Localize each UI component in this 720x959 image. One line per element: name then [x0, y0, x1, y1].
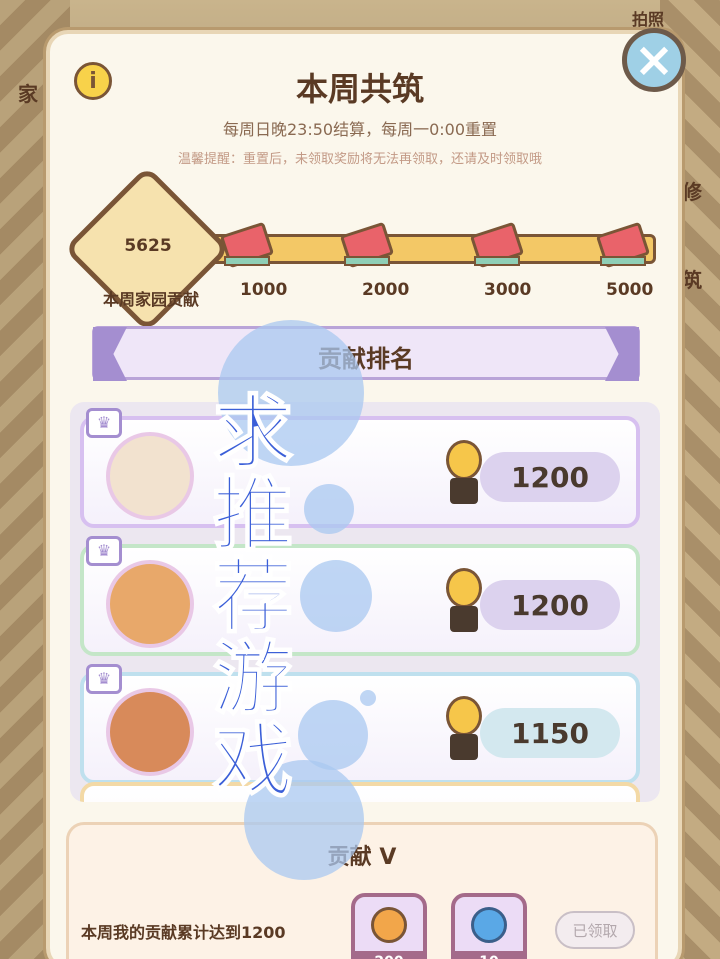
milestone-label: 1000	[240, 280, 288, 300]
ranking-title: 贡献排名	[318, 345, 414, 373]
avatar[interactable]	[106, 560, 194, 648]
score-value: 1200	[480, 452, 620, 502]
claimed-button[interactable]: 已领取	[555, 911, 635, 949]
bubble-overlay	[360, 690, 376, 706]
repair-button-label[interactable]: 修	[682, 176, 702, 205]
gift-box-icon[interactable]	[339, 220, 395, 269]
photo-button-label[interactable]: 拍照	[632, 6, 664, 30]
ranking-row[interactable]: ♛ 1200	[80, 408, 640, 528]
contribution-total: 5625	[124, 236, 172, 256]
schedule-text: 每周日晚23:50结算，每周一0:00重置	[222, 120, 498, 139]
bubble-overlay	[304, 484, 354, 534]
reward-section: 贡献 V 本周我的贡献累计达到1200 200 10 已领取	[66, 822, 658, 959]
crown-icon: ♛	[86, 664, 122, 694]
reward-description: 本周我的贡献累计达到1200	[81, 923, 286, 942]
bubble-overlay	[298, 700, 368, 770]
bubble-overlay	[300, 560, 372, 632]
score-value: 1150	[480, 708, 620, 758]
contribution-caption: 本周家园贡献	[102, 290, 199, 309]
reward-quantity: 10	[451, 951, 527, 959]
reward-item-orb[interactable]: 10	[451, 893, 527, 959]
milestone-label: 3000	[484, 280, 532, 300]
build-button-label[interactable]: 筑	[682, 264, 702, 293]
crown-icon: ♛	[86, 408, 122, 438]
page-title: 本周共筑	[295, 70, 424, 108]
reward-item-coin[interactable]: 200	[351, 893, 427, 959]
milestone-label: 2000	[362, 280, 410, 300]
snail-trophy-icon	[440, 440, 486, 506]
snail-trophy-icon	[440, 696, 486, 762]
reminder-text: 温馨提醒：重置后，未领取奖励将无法再领取，还请及时领取哦	[177, 152, 542, 167]
gold-coin-icon	[371, 907, 407, 943]
ranking-banner: 贡献排名	[92, 326, 640, 381]
snail-trophy-icon	[440, 568, 486, 634]
gift-box-icon[interactable]	[595, 220, 651, 269]
watermark-text: 求推荐游戏	[199, 389, 294, 801]
avatar[interactable]	[106, 688, 194, 776]
crown-icon: ♛	[86, 536, 122, 566]
reward-title: 贡献 V	[327, 845, 397, 870]
score-value: 1200	[480, 580, 620, 630]
avatar[interactable]	[106, 432, 194, 520]
milestone-label: 5000	[606, 280, 654, 300]
blue-orb-icon	[471, 907, 507, 943]
reward-quantity: 200	[351, 951, 427, 959]
gift-box-icon[interactable]	[219, 220, 275, 269]
gift-box-icon[interactable]	[469, 220, 525, 269]
